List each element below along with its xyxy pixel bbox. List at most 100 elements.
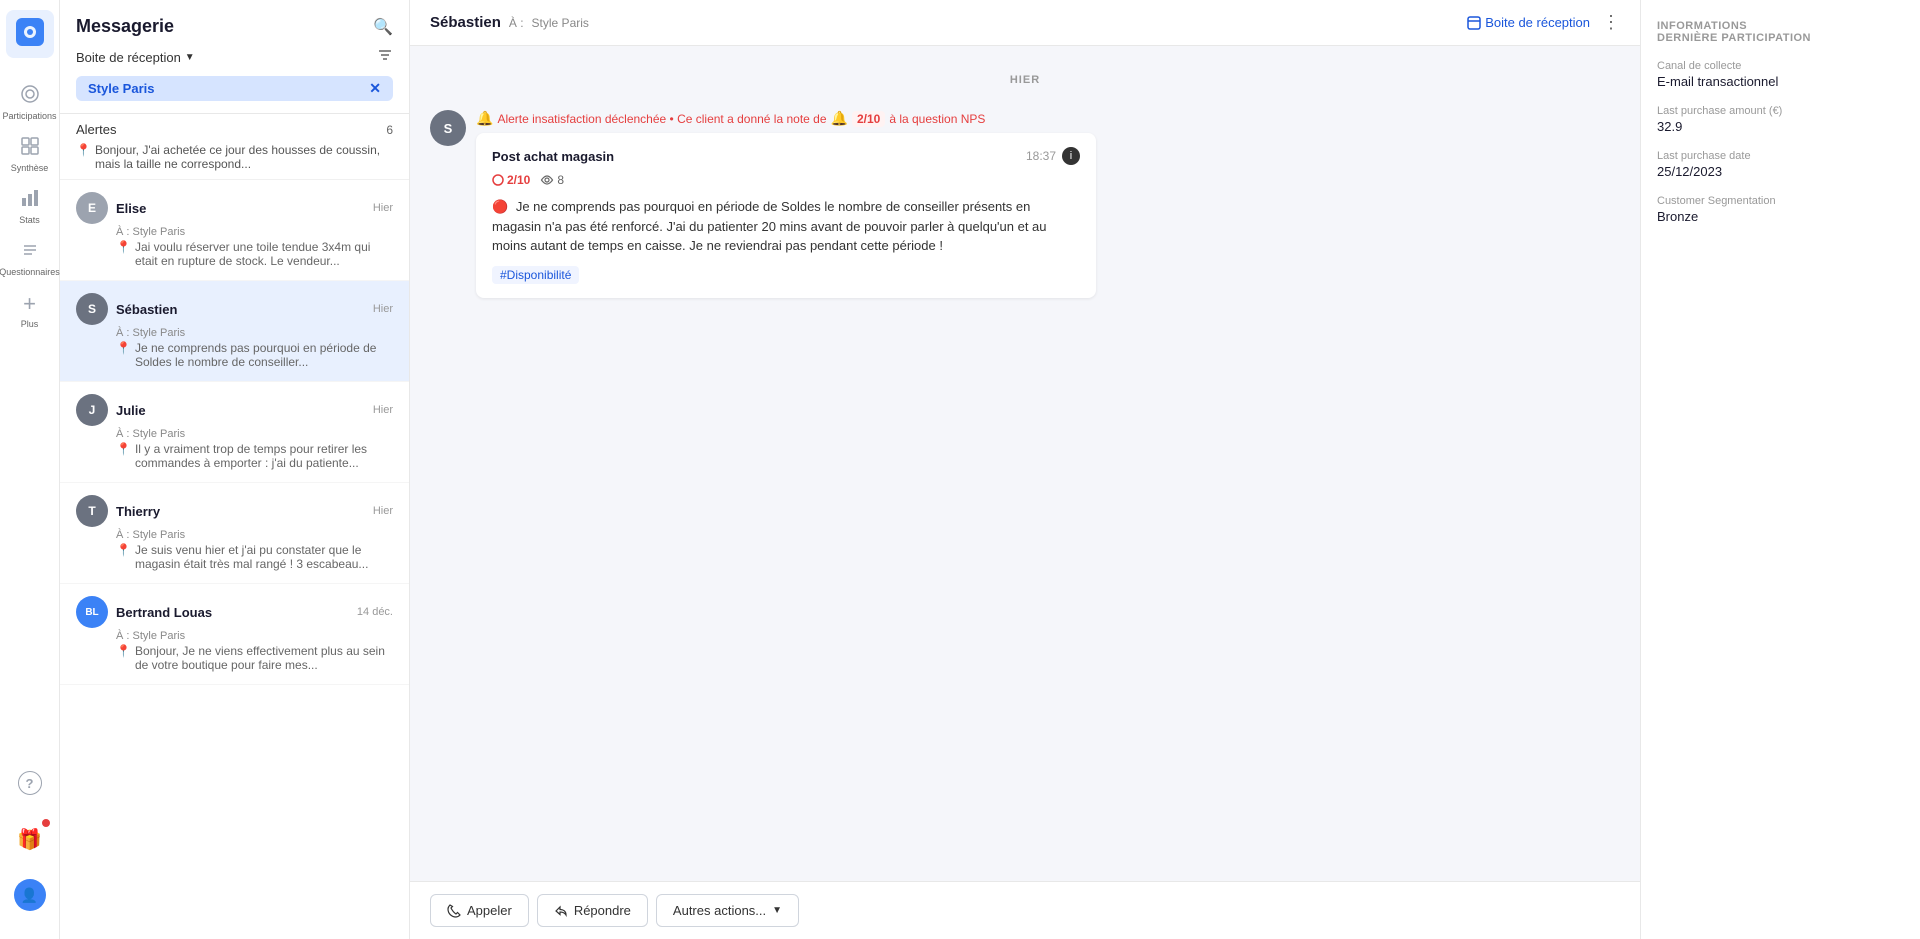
conv-item-elise[interactable]: E Elise Hier À : Style Paris 📍 Jai voulu… <box>60 180 409 281</box>
conv-header-thierry: T Thierry Hier <box>76 495 393 527</box>
conv-header-julie: J Julie Hier <box>76 394 393 426</box>
info-row-date: Last purchase date 25/12/2023 <box>1657 150 1904 179</box>
right-panel: INFORMATIONS DERNIÈRE PARTICIPATION Cana… <box>1640 0 1920 939</box>
eye-badge: 8 <box>540 173 564 187</box>
alert-pin-elise: 📍 <box>116 240 131 254</box>
chat-to-label: Style Paris <box>532 16 589 30</box>
message-list-panel: Messagerie 🔍 Boite de réception ▼ Style … <box>60 0 410 939</box>
reply-button[interactable]: Répondre <box>537 894 648 927</box>
info-label-segmentation: Customer Segmentation <box>1657 195 1904 207</box>
sidebar-item-participations[interactable]: Participations <box>6 78 54 126</box>
tag-chip-disponibilite: #Disponibilité <box>492 266 1080 284</box>
conv-preview-elise: 📍 Jai voulu réserver une toile tendue 3x… <box>116 240 393 268</box>
chat-body: HIER S 🔔 Alerte insatisfaction déclenché… <box>410 46 1640 881</box>
inbox-filter: Boite de réception ▼ <box>76 47 393 68</box>
conv-header-sebastien: S Sébastien Hier <box>76 293 393 325</box>
participations-icon <box>20 84 40 109</box>
sidebar-icons: Participations Synthèse Stats <box>0 0 60 939</box>
plus-label: Plus <box>21 319 39 329</box>
search-icon[interactable]: 🔍 <box>373 17 393 37</box>
conv-preview-thierry: 📍 Je suis venu hier et j'ai pu constater… <box>116 543 393 571</box>
sidebar-item-questionnaires[interactable]: Questionnaires <box>6 234 54 282</box>
info-label-amount: Last purchase amount (€) <box>1657 105 1904 117</box>
more-actions-button[interactable]: Autres actions... ▼ <box>656 894 799 927</box>
bubble-header: Post achat magasin 18:37 i <box>492 147 1080 165</box>
conv-name-elise: Elise <box>116 201 146 216</box>
info-value-date: 25/12/2023 <box>1657 164 1904 179</box>
conv-item-sebastien[interactable]: S Sébastien Hier À : Style Paris 📍 Je ne… <box>60 281 409 382</box>
conv-sub-thierry: À : Style Paris <box>116 529 393 541</box>
panel-title-row: Messagerie 🔍 <box>76 16 393 37</box>
conv-item-bertrand[interactable]: BL Bertrand Louas 14 déc. À : Style Pari… <box>60 584 409 685</box>
sidebar-gift[interactable]: 🎁 <box>6 815 54 863</box>
info-label-date: Last purchase date <box>1657 150 1904 162</box>
inbox-label[interactable]: Boite de réception ▼ <box>76 50 195 65</box>
bubble-meta: 2/10 8 <box>492 173 1080 187</box>
conv-item-julie[interactable]: J Julie Hier À : Style Paris 📍 Il y a vr… <box>60 382 409 483</box>
filter-icon[interactable] <box>377 47 393 68</box>
nps-score: 2/10 <box>852 111 885 127</box>
questionnaires-icon <box>20 240 40 265</box>
info-row-canal: Canal de collecte E-mail transactionnel <box>1657 60 1904 89</box>
alert-pin-icon: 📍 <box>76 143 91 157</box>
gift-icon: 🎁 <box>17 827 42 852</box>
conv-header-elise: E Elise Hier <box>76 192 393 224</box>
info-icon[interactable]: i <box>1062 147 1080 165</box>
conv-user-row-julie: J Julie <box>76 394 146 426</box>
synthese-icon <box>20 136 40 161</box>
avatar-julie: J <box>76 394 108 426</box>
close-filter-button[interactable]: ✕ <box>369 80 381 97</box>
conv-sub-julie: À : Style Paris <box>116 428 393 440</box>
chevron-down-actions-icon: ▼ <box>772 905 782 916</box>
info-value-segmentation: Bronze <box>1657 209 1904 224</box>
conv-preview-sebastien: 📍 Je ne comprends pas pourquoi en périod… <box>116 341 393 369</box>
sidebar-avatar[interactable]: 👤 <box>6 871 54 919</box>
avatar-elise: E <box>76 192 108 224</box>
panel-title-text: Messagerie <box>76 16 174 37</box>
sidebar-item-plus[interactable]: + Plus <box>6 286 54 334</box>
sidebar-help[interactable]: ? <box>6 759 54 807</box>
sidebar-item-synthese[interactable]: Synthèse <box>6 130 54 178</box>
alerts-count: 6 <box>386 123 393 137</box>
reply-icon <box>554 904 568 918</box>
conv-time-julie: Hier <box>373 404 393 416</box>
conv-time-thierry: Hier <box>373 505 393 517</box>
conv-item-thierry[interactable]: T Thierry Hier À : Style Paris 📍 Je suis… <box>60 483 409 584</box>
chat-user-name: Sébastien <box>430 14 501 31</box>
conv-user-row-thierry: T Thierry <box>76 495 160 527</box>
alert-bell-icon: 🔔 <box>476 110 493 127</box>
inbox-link[interactable]: Boite de réception <box>1467 15 1590 30</box>
info-value-canal: E-mail transactionnel <box>1657 74 1904 89</box>
logo-icon <box>16 18 44 51</box>
score-badge: 2/10 <box>492 173 530 187</box>
message-bubble: Post achat magasin 18:37 i 2/10 <box>476 133 1096 298</box>
conv-preview-bertrand: 📍 Bonjour, Je ne viens effectivement plu… <box>116 644 393 672</box>
bubble-text: 🔴 Je ne comprends pas pourquoi en périod… <box>492 197 1080 256</box>
sidebar-item-stats[interactable]: Stats <box>6 182 54 230</box>
conv-time-bertrand: 14 déc. <box>357 606 393 618</box>
sidebar-logo[interactable] <box>6 10 54 58</box>
call-button[interactable]: Appeler <box>430 894 529 927</box>
info-row-segmentation: Customer Segmentation Bronze <box>1657 195 1904 224</box>
active-filter-tag: Style Paris ✕ <box>76 76 393 101</box>
bubble-title: Post achat magasin <box>492 149 614 164</box>
alert-pin-bertrand: 📍 <box>116 644 131 658</box>
alert-banner: 🔔 Alerte insatisfaction déclenchée • Ce … <box>476 110 1620 127</box>
alerts-title: Alertes <box>76 122 116 137</box>
phone-icon <box>447 904 461 918</box>
avatar-bertrand: BL <box>76 596 108 628</box>
stats-label: Stats <box>19 215 40 225</box>
conv-sub-bertrand: À : Style Paris <box>116 630 393 642</box>
date-divider: HIER <box>430 74 1620 86</box>
panel-header: Messagerie 🔍 Boite de réception ▼ Style … <box>60 0 409 114</box>
conv-time-elise: Hier <box>373 202 393 214</box>
questionnaires-label: Questionnaires <box>0 267 60 277</box>
gift-badge <box>42 819 50 827</box>
conv-name-julie: Julie <box>116 403 146 418</box>
more-options-button[interactable]: ⋮ <box>1602 12 1620 33</box>
alerts-row: Alertes 6 <box>76 122 393 137</box>
help-icon: ? <box>18 771 42 795</box>
conv-sub-elise: À : Style Paris <box>116 226 393 238</box>
synthese-label: Synthèse <box>11 163 49 173</box>
conversation-list: E Elise Hier À : Style Paris 📍 Jai voulu… <box>60 180 409 939</box>
